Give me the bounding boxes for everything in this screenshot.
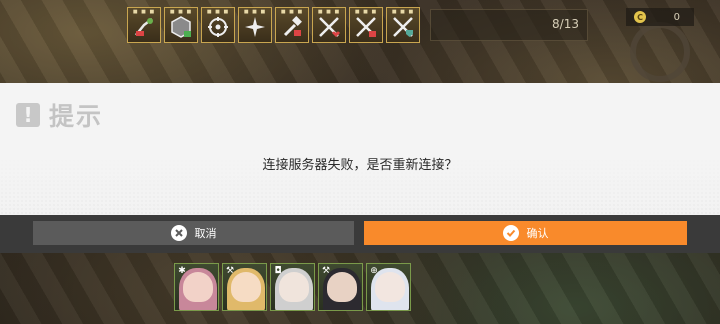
skill-level: ■ ■ ■ (391, 9, 415, 15)
operator-portrait[interactable]: ⊕ (366, 263, 411, 311)
portrait-face (375, 272, 405, 302)
coin-display: C 0 (626, 8, 694, 26)
dialog-message: 连接服务器失败，是否重新连接？ (262, 158, 458, 173)
operator-portrait[interactable]: ⚒ (318, 263, 363, 311)
reconnect-dialog: ! 提示 连接服务器失败，是否重新连接？ (0, 83, 720, 215)
portrait-face (183, 272, 213, 302)
portrait-face (231, 272, 261, 302)
operator-portrait[interactable]: ✱ (174, 263, 219, 311)
crossed-swords-heart-icon (319, 17, 340, 37)
skill-level: ■ ■ ■ (169, 9, 193, 15)
class-icon: ⊕ (370, 266, 378, 276)
class-icon: ⚒ (225, 266, 235, 276)
skill-slot-6[interactable]: ■ ■ ■ (312, 7, 346, 43)
stage-counter: 8/13 (552, 17, 579, 31)
coin-value: 0 (673, 11, 680, 23)
gear-decoration (630, 22, 690, 82)
skill-level: ■ ■ ■ (243, 9, 267, 15)
skill-slot-2[interactable]: ■ ■ ■ (164, 7, 198, 43)
dialog-header: ! 提示 (16, 97, 103, 133)
skill-slot-4[interactable]: ■ ■ ■ (238, 7, 272, 43)
skill-level: ■ ■ ■ (354, 9, 378, 15)
dialog-title: 提示 (49, 102, 104, 131)
cancel-button-label: 取消 (194, 227, 217, 240)
crossed-swords-icon (356, 17, 376, 37)
crossed-swords-shield-icon (393, 17, 413, 37)
skill-bar: ■ ■ ■ ■ ■ ■ ■ ■ ■ ■ ■ ■ ■ ■ ■ ■ ■ ■ ■ ■ … (127, 7, 425, 45)
team-roster: ✱ ⚒ ◘ ⚒ ⊕ (174, 263, 411, 311)
skill-slot-1[interactable]: ■ ■ ■ (127, 7, 161, 43)
skill-level: ■ ■ ■ (132, 9, 156, 15)
skill-slot-7[interactable]: ■ ■ ■ (349, 7, 383, 43)
portrait-face (327, 272, 357, 302)
class-icon: ⚒ (321, 266, 331, 276)
hexagon-skill-icon (171, 16, 191, 38)
operator-portrait[interactable]: ◘ (270, 263, 315, 311)
sparkle-skill-icon (245, 17, 265, 37)
operator-portrait[interactable]: ⚒ (222, 263, 267, 311)
stage-counter-panel: 8/13 (430, 9, 588, 41)
skill-level: ■ ■ ■ (206, 9, 230, 15)
close-icon (170, 225, 187, 241)
sprout-skill-icon (135, 18, 153, 36)
exclamation-icon: ! (16, 103, 40, 127)
skill-slot-5[interactable]: ■ ■ ■ (275, 7, 309, 43)
confirm-button-label: 确认 (526, 227, 549, 240)
skill-slot-8[interactable]: ■ ■ ■ (386, 7, 420, 43)
checkmark-icon (502, 225, 519, 241)
skill-slot-3[interactable]: ■ ■ ■ (201, 7, 235, 43)
skill-level: ■ ■ ■ (317, 9, 341, 15)
cancel-button[interactable]: 取消 (33, 221, 354, 245)
confirm-button[interactable]: 确认 (364, 221, 687, 245)
dialog-button-bar: 取消 确认 (0, 215, 720, 253)
coin-icon: C (634, 11, 646, 23)
class-icon: ◘ (274, 266, 282, 276)
dialog-body: ! 提示 连接服务器失败，是否重新连接？ (0, 83, 720, 215)
hammer-skill-icon (283, 16, 302, 37)
target-skill-icon (208, 17, 228, 37)
portrait-face (279, 272, 309, 302)
class-icon: ✱ (178, 266, 186, 276)
skill-level: ■ ■ ■ (280, 9, 304, 15)
